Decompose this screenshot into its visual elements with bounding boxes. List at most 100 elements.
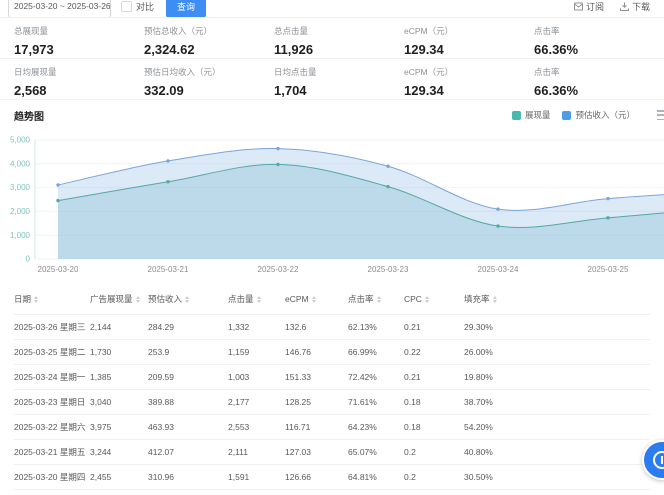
table-cell: 253.9 (148, 339, 228, 364)
table-cell: 0.18 (404, 389, 464, 414)
stat-card: 点击率66.36% (534, 25, 664, 58)
stat-value: 129.34 (404, 42, 534, 57)
sort-icon[interactable] (377, 296, 381, 304)
table-row: 2025-03-23 星期日3,040389.882,177128.2571.6… (14, 389, 650, 414)
legend-item-impressions[interactable]: 展现量 (512, 109, 551, 121)
query-button[interactable]: 查询 (166, 0, 206, 18)
table-cell: 1,332 (228, 314, 285, 339)
y-axis-tick-label: 2,000 (10, 207, 31, 216)
legend-item-revenue[interactable]: 预估收入（元） (562, 109, 635, 121)
table-cell: 1,159 (228, 339, 285, 364)
dashboard-page: 2025-03-20 ~ 2025-03-26 对比 查询 订阅 (0, 0, 664, 495)
data-point-marker[interactable] (496, 207, 499, 210)
stat-label: 预估日均收入（元） (144, 66, 274, 78)
table-cell: 38.70% (464, 389, 650, 414)
table-cell: 19.80% (464, 364, 650, 389)
x-axis-tick-label: 2025-03-25 (588, 265, 629, 274)
table-cell: 127.03 (285, 439, 348, 464)
x-axis-tick-label: 2025-03-23 (368, 265, 409, 274)
stat-label: 总点击量 (274, 25, 404, 37)
data-point-marker[interactable] (276, 163, 279, 166)
table-cell: 2025-03-22 星期六 (14, 414, 90, 439)
table-cell: 209.59 (148, 364, 228, 389)
data-point-marker[interactable] (386, 165, 389, 168)
data-point-marker[interactable] (276, 147, 279, 150)
table-cell: 40.80% (464, 439, 650, 464)
data-point-marker[interactable] (166, 159, 169, 162)
table-cell: 1,591 (228, 464, 285, 489)
y-axis-tick-label: 1,000 (10, 231, 31, 240)
stats-row-2: 日均展现量2,568预估日均收入（元）332.09日均点击量1,704eCPM（… (0, 59, 664, 100)
column-header[interactable]: CPC (404, 284, 464, 314)
subscribe-button[interactable]: 订阅 (574, 0, 604, 13)
chart-header: 趋势图 展现量 预估收入（元） (0, 100, 664, 130)
table-cell: 0.22 (404, 339, 464, 364)
x-axis-tick-label: 2025-03-22 (258, 265, 299, 274)
table-cell: 2025-03-23 星期日 (14, 389, 90, 414)
table-cell: 0.21 (404, 314, 464, 339)
column-header[interactable]: eCPM (285, 284, 348, 314)
table-cell: 2025-03-26 星期三 (14, 314, 90, 339)
data-point-marker[interactable] (606, 197, 609, 200)
data-point-marker[interactable] (56, 199, 59, 202)
table-cell: 1,730 (90, 339, 148, 364)
data-point-marker[interactable] (606, 216, 609, 219)
column-header[interactable]: 点击量 (228, 284, 285, 314)
sort-icon[interactable] (257, 296, 261, 304)
sort-icon[interactable] (425, 296, 429, 304)
table-cell: 2,144 (90, 314, 148, 339)
table-cell: 2,553 (228, 414, 285, 439)
sort-icon[interactable] (34, 296, 38, 304)
sort-icon[interactable] (493, 296, 497, 304)
table-cell: 146.76 (285, 339, 348, 364)
data-point-marker[interactable] (56, 183, 59, 186)
stat-card: eCPM（元） 129.34 (404, 66, 534, 99)
stat-label: eCPM（元） (404, 66, 534, 78)
date-range-input[interactable]: 2025-03-20 ~ 2025-03-26 (8, 0, 111, 18)
chart-title: 趋势图 (14, 108, 44, 123)
table-cell: 310.96 (148, 464, 228, 489)
trend-area-chart[interactable]: 01,0002,0003,0004,0005,0002025-03-202025… (0, 130, 664, 280)
sort-icon[interactable] (136, 296, 140, 304)
stat-label: 日均展现量 (14, 66, 144, 78)
stat-value: 11,926 (274, 42, 404, 57)
stat-card: 预估总收入（元）2,324.62 (144, 25, 274, 58)
sort-icon[interactable] (312, 296, 316, 304)
sort-icon[interactable] (185, 296, 189, 304)
stat-value: 66.36% (534, 42, 664, 57)
stat-value: 1,704 (274, 83, 404, 98)
stat-card: 总展现量17,973 (14, 25, 144, 58)
summary-stats: 总展现量17,973预估总收入（元）2,324.62总点击量 11,926eCPM… (0, 18, 664, 100)
column-header[interactable]: 广告展现量 (90, 284, 148, 314)
compare-checkbox[interactable] (121, 1, 132, 12)
table-cell: 64.81% (348, 464, 404, 489)
data-point-marker[interactable] (496, 224, 499, 227)
table-cell: 62.13% (348, 314, 404, 339)
table-cell: 1,003 (228, 364, 285, 389)
chart-toolbox-icon[interactable] (657, 110, 664, 120)
stat-card: 日均展现量2,568 (14, 66, 144, 99)
chart-legend: 展现量 预估收入（元） (512, 109, 664, 121)
table-cell: 126.66 (285, 464, 348, 489)
table-row: 2025-03-24 星期一1,385209.591,003151.3372.4… (14, 364, 650, 389)
legend-swatch-impressions (512, 111, 521, 120)
download-button[interactable]: 下载 (620, 0, 650, 13)
table-cell: 151.33 (285, 364, 348, 389)
table-cell: 132.6 (285, 314, 348, 339)
data-point-marker[interactable] (386, 185, 389, 188)
column-header[interactable]: 点击率 (348, 284, 404, 314)
table-header-row: 日期广告展现量预估收入点击量eCPM点击率CPC填充率 (14, 284, 650, 314)
table-cell: 64.23% (348, 414, 404, 439)
table-row: 2025-03-26 星期三2,144284.291,332132.662.13… (14, 314, 650, 339)
download-icon (620, 2, 629, 11)
stat-label: eCPM（元） (404, 25, 534, 37)
data-point-marker[interactable] (166, 180, 169, 183)
column-header[interactable]: 预估收入 (148, 284, 228, 314)
y-axis-tick-label: 5,000 (10, 136, 31, 145)
table-cell: 65.07% (348, 439, 404, 464)
stat-value: 332.09 (144, 83, 274, 98)
table-cell: 3,244 (90, 439, 148, 464)
column-header[interactable]: 填充率 (464, 284, 650, 314)
stat-value: 129.34 (404, 83, 534, 98)
column-header[interactable]: 日期 (14, 284, 90, 314)
